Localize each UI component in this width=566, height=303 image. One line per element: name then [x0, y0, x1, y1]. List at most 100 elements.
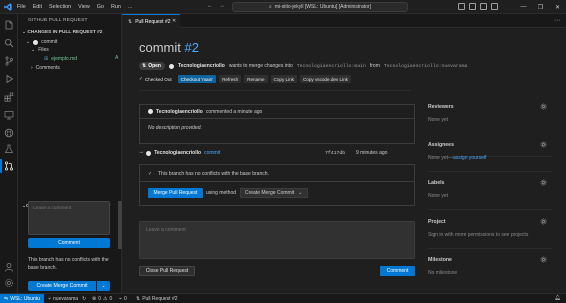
side-divider: [428, 209, 552, 210]
command-center-label: mi-sitio-jekyll [WSL: Ubuntu] [Administr…: [274, 4, 371, 10]
close-pull-request-button[interactable]: Close Pull Request: [139, 266, 195, 276]
remote-label: WSL: Ubuntu: [10, 295, 40, 302]
copy-vscode-link-button[interactable]: Copy vscode.dev Link: [299, 75, 351, 83]
merge-pull-request-button[interactable]: Merge Pull Request: [148, 188, 203, 198]
back-arrow-icon[interactable]: ←: [207, 3, 213, 9]
tree-item-files[interactable]: ⌄ Files: [31, 46, 49, 54]
pr-actions: ✓ Checked Out Checkout 'main' Refresh Ren…: [139, 75, 351, 83]
rename-button[interactable]: Rename: [244, 75, 268, 83]
source-control-icon[interactable]: [4, 56, 14, 66]
sidebar-comment-input[interactable]: [28, 201, 110, 235]
menu-bar: File Edit Selection View Go Run ...: [17, 0, 132, 14]
copy-link-button[interactable]: Copy Link: [270, 75, 297, 83]
explorer-icon[interactable]: [4, 20, 14, 30]
problems-indicator[interactable]: ⊗ 0 ⚠ 0: [92, 294, 112, 303]
milestone-value: No milestone: [428, 270, 458, 276]
sync-indicator[interactable]: ↻: [82, 294, 86, 303]
labels-section: Labels None yet: [428, 179, 548, 199]
refresh-button[interactable]: Refresh: [219, 75, 242, 83]
project-signin-link[interactable]: Sign in with more permissions to see pro…: [428, 232, 548, 238]
side-divider: [428, 248, 552, 249]
toggle-secondary-sidebar-icon[interactable]: [480, 3, 487, 10]
more-actions-icon[interactable]: ⋯: [554, 17, 560, 24]
reviewers-value: None yet: [428, 117, 449, 123]
new-comment-input[interactable]: [139, 221, 415, 259]
remote-indicator[interactable]: ⇋ WSL: Ubuntu: [0, 294, 44, 303]
comment-card-header: Tecnologiaencriollo commented a minute a…: [140, 105, 414, 119]
commit-hash-link[interactable]: 7f417db: [325, 148, 345, 158]
notifications-bell-icon[interactable]: 🔔︎: [555, 295, 561, 301]
merge-card-divider: [140, 181, 414, 182]
merge-method-dropdown[interactable]: ⌄: [97, 281, 110, 291]
testing-icon[interactable]: [4, 144, 14, 154]
side-divider: [428, 171, 552, 172]
menu-run[interactable]: Run: [111, 4, 121, 10]
pull-request-status[interactable]: ⇅ Pull Request #2: [136, 294, 178, 303]
gear-icon[interactable]: [540, 179, 547, 186]
commit-icon: ⊸: [139, 150, 144, 156]
commit-message-link[interactable]: commit: [204, 150, 220, 156]
menu-selection[interactable]: Selection: [49, 4, 71, 10]
menu-edit[interactable]: Edit: [33, 4, 42, 10]
branch-indicator[interactable]: ⑂ nuevarama: [48, 294, 78, 303]
menu-view[interactable]: View: [78, 4, 90, 10]
gear-icon[interactable]: [540, 218, 547, 225]
accounts-icon[interactable]: [4, 262, 14, 272]
sidebar-merge-status: This branch has no conflicts with the ba…: [28, 257, 109, 271]
menu-go[interactable]: Go: [97, 4, 104, 10]
tree-item-commit[interactable]: ⌄ commit: [26, 38, 57, 46]
manage-gear-icon[interactable]: [4, 278, 14, 288]
tree-item-commit-label: commit: [41, 39, 58, 45]
head-branch: Tecnologiaencriollo:nuevarama: [383, 63, 468, 69]
merge-method-select[interactable]: Create Merge Commit ⌄: [240, 188, 308, 198]
gear-icon[interactable]: [540, 141, 547, 148]
search-icon: ⌕: [269, 4, 272, 10]
forward-arrow-icon[interactable]: →: [219, 3, 225, 9]
sidebar-comment-button[interactable]: Comment: [28, 238, 110, 248]
layout-controls: [458, 3, 498, 10]
comment-author[interactable]: Tecnologiaencriollo: [156, 109, 203, 115]
toggle-primary-sidebar-icon[interactable]: [458, 3, 465, 10]
github-icon[interactable]: [4, 128, 14, 138]
pr-author[interactable]: Tecnologiaencriollo: [178, 63, 225, 69]
merge-using-label: using method: [206, 190, 237, 196]
pull-request-tab-icon: ⇅: [128, 18, 133, 25]
menu-file[interactable]: File: [17, 4, 26, 10]
customize-layout-icon[interactable]: [491, 3, 498, 10]
tree-item-comments[interactable]: › Comments: [31, 64, 60, 72]
tree-item-file[interactable]: ⊞ ejemplo.md: [44, 55, 77, 63]
close-window-icon[interactable]: ✕: [549, 0, 566, 14]
check-icon: ✓: [148, 171, 153, 177]
changes-section-header[interactable]: ⌄ CHANGES IN PULL REQUEST #2: [22, 30, 102, 35]
maximize-icon[interactable]: ❐: [532, 0, 549, 14]
minimize-icon[interactable]: —: [515, 0, 532, 14]
extensions-icon[interactable]: [4, 92, 14, 102]
milestone-title: Milestone: [428, 257, 452, 263]
status-badge-label: Open: [148, 63, 161, 69]
ports-indicator[interactable]: ⌁ 0: [119, 294, 127, 303]
branch-label: nuevarama: [53, 295, 79, 302]
error-count: 0: [98, 295, 101, 302]
menu-more[interactable]: ...: [128, 4, 133, 10]
create-merge-commit-button[interactable]: Create Merge Commit: [28, 281, 96, 291]
gear-icon[interactable]: [540, 103, 547, 110]
markdown-file-icon: ⊞: [44, 56, 49, 62]
checkout-main-button[interactable]: Checkout 'main': [177, 75, 217, 83]
gear-icon[interactable]: [540, 256, 547, 263]
avatar: [146, 150, 152, 156]
assign-yourself-link[interactable]: assign yourself: [453, 155, 486, 161]
run-debug-icon[interactable]: [4, 74, 14, 84]
search-view-icon[interactable]: [4, 38, 14, 48]
warning-icon: ⚠: [102, 295, 108, 302]
close-tab-icon[interactable]: ✕: [172, 18, 176, 24]
remote-explorer-icon[interactable]: [4, 110, 14, 120]
pr-number-link[interactable]: #2: [185, 40, 199, 55]
toggle-panel-icon[interactable]: [469, 3, 476, 10]
chevron-down-icon: ⌄: [31, 47, 36, 53]
command-center-search[interactable]: ⌕ mi-sitio-jekyll [WSL: Ubuntu] [Adminis…: [232, 2, 408, 12]
pull-request-icon[interactable]: [4, 161, 14, 171]
avatar: [148, 109, 153, 114]
comment-button[interactable]: Comment: [380, 266, 415, 276]
reviewers-title: Reviewers: [428, 104, 454, 110]
commit-author[interactable]: Tecnologiaencriollo: [154, 150, 201, 156]
